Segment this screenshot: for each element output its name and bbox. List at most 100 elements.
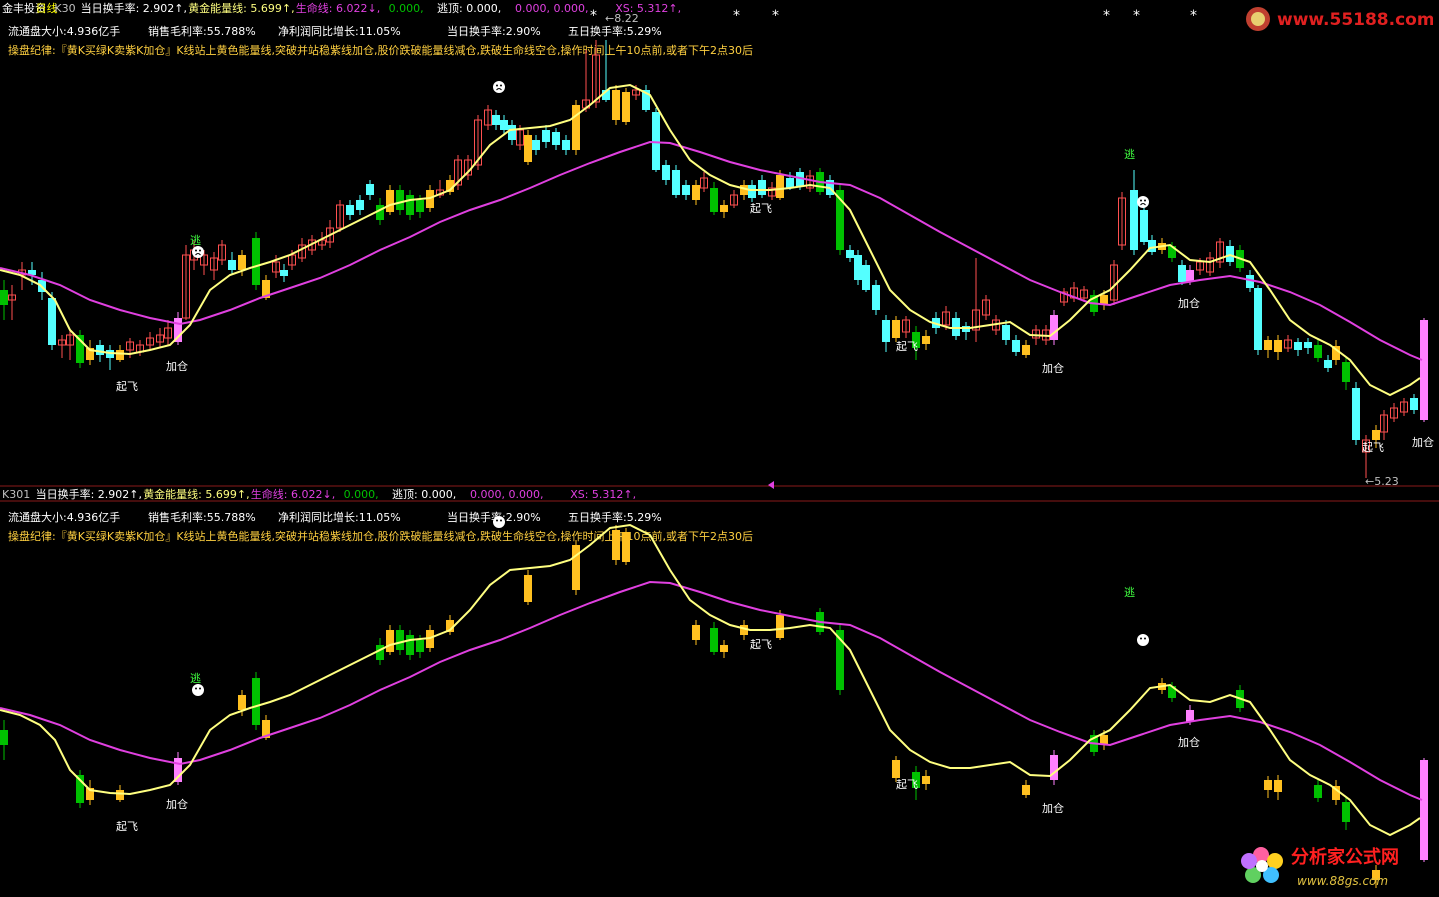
add-position-label: 加仓 — [1178, 296, 1200, 310]
candle-body — [416, 200, 424, 212]
background — [0, 0, 1439, 895]
candle-body — [1130, 190, 1138, 250]
face — [493, 516, 505, 528]
candle-body — [96, 345, 104, 355]
candle-body — [228, 260, 236, 270]
escape-label: 逃 — [1124, 148, 1135, 161]
star-marker: * — [1190, 8, 1197, 24]
golden-line-readout: 黄金能量线: 5.699↑, — [188, 1, 294, 15]
add-position-label: 加仓 — [1042, 801, 1064, 815]
candle-body — [0, 730, 8, 745]
face — [192, 684, 204, 696]
candle-body — [862, 265, 870, 290]
today-turnover-text: 当日换手率:2.90% — [447, 24, 541, 38]
candle-body — [1022, 785, 1030, 795]
candle-body — [652, 112, 660, 170]
sad-face-icon — [192, 246, 204, 258]
candle-body — [532, 140, 540, 150]
candle-body — [882, 320, 890, 342]
top-watermark-text: www.55188.com — [1277, 10, 1433, 30]
sad-face-icon — [192, 684, 204, 696]
sad-face-icon — [493, 81, 505, 93]
candle-body — [562, 140, 570, 150]
escape-label: 逃 — [1124, 586, 1135, 599]
candle-body — [492, 115, 500, 125]
chart-canvas: 金丰投资日线K30 当日换手率: 2.902↑, 黄金能量线: 5.699↑, 生命线… — [0, 0, 1439, 895]
candle-body — [116, 350, 124, 360]
candle-body — [524, 135, 532, 162]
candle-body — [346, 205, 354, 215]
candle-body — [552, 132, 560, 145]
face — [1137, 634, 1149, 646]
candle — [1050, 310, 1058, 345]
candle-body — [1342, 802, 1350, 822]
candle-body — [612, 90, 620, 120]
face — [1137, 196, 1149, 208]
candle — [622, 528, 630, 565]
add-position-label: 加仓 — [166, 797, 188, 811]
candle — [1352, 382, 1360, 445]
xs-readout: XS: 5.312↑, — [570, 488, 636, 501]
candle-body — [1002, 325, 1010, 340]
eye — [195, 249, 197, 252]
eye — [1140, 199, 1142, 202]
candle-body — [682, 185, 690, 195]
candle-body — [406, 195, 414, 215]
candle-body — [872, 285, 880, 310]
bottom-watermark: 分析家公式网 www.88gs.com — [1235, 833, 1435, 893]
candle-body — [1314, 345, 1322, 358]
trading-rule-text: 操盘纪律:『黄K买绿K卖紫K加仓』K线站上黄色能量线,突破并站稳紫线加仓,股价跌… — [8, 43, 753, 57]
candle-body — [406, 635, 414, 655]
candle-body — [542, 130, 550, 142]
sad-face-icon — [493, 516, 505, 528]
golden-line-readout: 黄金能量线: 5.699↑, — [143, 487, 249, 501]
sad-face-icon — [1137, 196, 1149, 208]
life-line-readout: 生命线: 6.022↓, — [296, 1, 380, 15]
candle-body — [416, 640, 424, 652]
five-day-turnover-text: 五日换手率:5.29% — [568, 510, 662, 524]
candle-body — [1012, 340, 1020, 352]
candle-body — [622, 532, 630, 562]
candle-body — [252, 678, 260, 725]
candle-body — [1254, 288, 1262, 350]
takeoff-label: 起飞 — [896, 340, 918, 353]
takeoff-label: 起飞 — [116, 380, 138, 393]
eye — [1140, 637, 1142, 640]
candle-body — [1352, 388, 1360, 440]
add-position-label: 加仓 — [1178, 735, 1200, 749]
candle-body — [396, 630, 404, 650]
candle-body — [1264, 780, 1272, 790]
high-price-marker: ←8.22 — [605, 12, 639, 25]
candle-body — [524, 575, 532, 602]
top-watermark: www.55188.com — [1243, 4, 1433, 34]
gross-margin-text: 销售毛利率:55.788% — [148, 24, 256, 38]
escape-label: 逃 — [190, 234, 201, 247]
candle-body — [612, 530, 620, 560]
takeoff-label: 起飞 — [1362, 441, 1384, 454]
candle-body — [116, 790, 124, 800]
candle-body — [786, 178, 794, 188]
candle-body — [692, 185, 700, 200]
candle-body — [922, 336, 930, 344]
gross-margin-text: 销售毛利率:55.788% — [148, 510, 256, 524]
escape-readout-2: 0.000, 0.000, — [470, 488, 543, 501]
life-line-readout: 生命线: 6.022↓, — [251, 487, 335, 501]
candle-body — [922, 776, 930, 784]
candle-body — [1420, 320, 1428, 420]
candle-body — [280, 270, 288, 276]
life-line-readout-2: 0.000, — [389, 2, 424, 15]
candle — [1420, 318, 1428, 422]
add-position-label: 加仓 — [166, 359, 188, 373]
add-position-label: 加仓 — [1042, 361, 1064, 375]
face — [192, 246, 204, 258]
candle-body — [1140, 210, 1148, 242]
candle — [854, 250, 862, 285]
candle-body — [776, 615, 784, 638]
five-day-turnover-text: 五日换手率:5.29% — [568, 24, 662, 38]
candle — [652, 108, 660, 172]
profit-growth-text: 净利润同比增长:11.05% — [278, 24, 401, 38]
candle — [524, 130, 532, 165]
candle-body — [1314, 785, 1322, 798]
candle-body — [572, 545, 580, 590]
face — [493, 81, 505, 93]
